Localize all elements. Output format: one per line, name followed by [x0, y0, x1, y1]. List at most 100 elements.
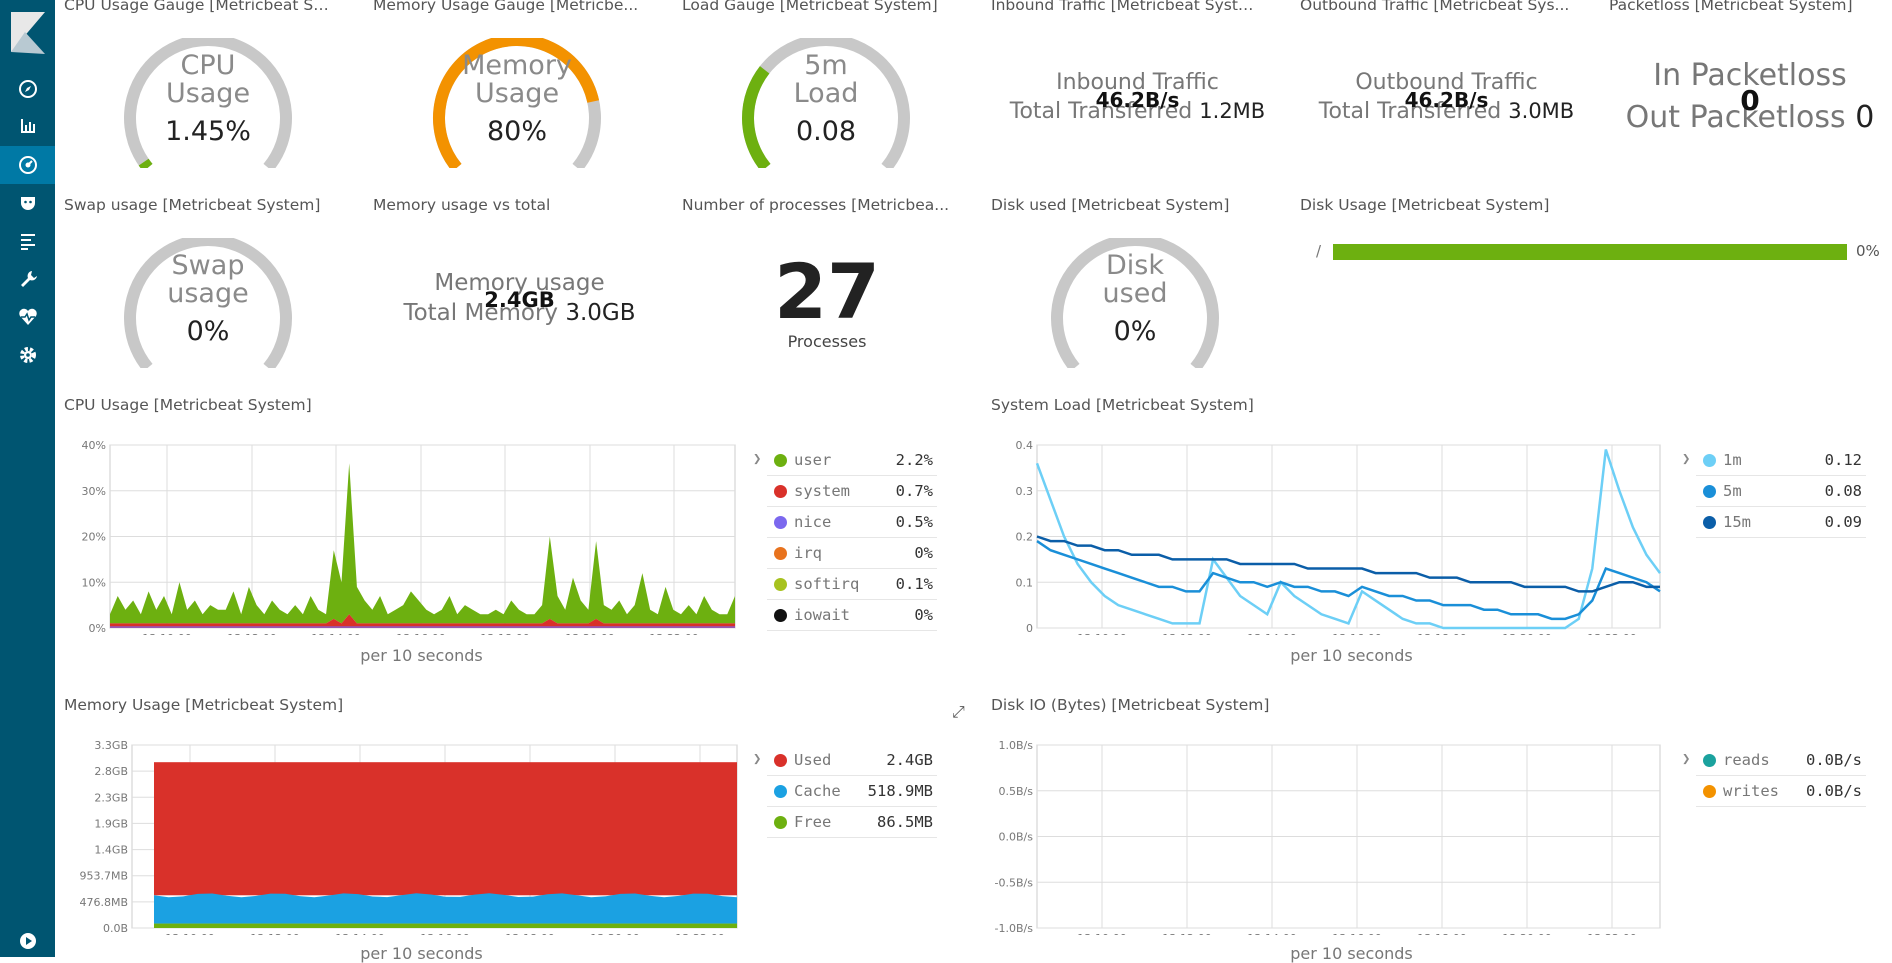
- legend-color-dot: [1703, 485, 1716, 498]
- system-load-chart: 0 0.1 0.2 0.3 0.4 13:10:00 13:12:00 13:14:00 13:…: [1016, 439, 1662, 635]
- legend-item[interactable]: Free 86.5MB: [767, 807, 937, 838]
- gauge-fill: [138, 158, 153, 172]
- panel-title: Inbound Traffic [Metricbeat Syste...: [991, 0, 1261, 14]
- metric-label: Processes: [787, 332, 867, 351]
- legend-item[interactable]: ❯ 1m 0.12: [1682, 445, 1866, 476]
- cpu-legend: ❯ user 2.2% system 0.7% nice 0.5% irq 0% softirq 0…: [753, 445, 937, 631]
- gauge-label: Usage: [165, 78, 251, 109]
- kibana-logo[interactable]: [11, 12, 45, 54]
- line-series-15m: [1036, 535, 1660, 593]
- gauge-value: 0%: [1113, 316, 1157, 347]
- disk-usage-bar-fill: [1333, 244, 1847, 260]
- legend-value: 0.5%: [895, 513, 933, 531]
- x-tick-label: 13:12:00: [1162, 632, 1211, 635]
- legend-item[interactable]: ❯ Used 2.4GB: [753, 745, 937, 776]
- y-tick-label: 0.3: [1016, 485, 1034, 498]
- x-tick-label: 13:16:00: [1332, 932, 1381, 935]
- legend-item[interactable]: nice 0.5%: [767, 507, 937, 538]
- y-tick-label: 0%: [89, 622, 106, 635]
- x-tick-label: 13:10:00: [1077, 632, 1126, 635]
- memory-legend: ❯ Used 2.4GB Cache 518.9MB Free 86.5MB: [753, 745, 937, 838]
- legend-value: 0.1%: [895, 575, 933, 593]
- legend-item[interactable]: iowait 0%: [767, 600, 937, 631]
- panel-title: Disk Usage [Metricbeat System]: [1300, 196, 1550, 214]
- wrench-icon[interactable]: [0, 260, 55, 298]
- x-tick-label: 13:16:00: [396, 632, 445, 635]
- legend-label: 15m: [1723, 513, 1751, 531]
- legend-item[interactable]: ❯ user 2.2%: [753, 445, 937, 476]
- visualize-bar-chart-icon[interactable]: [0, 107, 55, 145]
- gauge-label: CPU: [180, 50, 236, 81]
- legend-label: nice: [794, 513, 832, 531]
- legend-color-dot: [774, 754, 787, 767]
- legend-item[interactable]: Cache 518.9MB: [767, 776, 937, 807]
- y-tick-label: 40%: [82, 439, 106, 452]
- panel-title: Number of processes [Metricbea...: [682, 196, 950, 214]
- x-tick-label: 13:22:00: [1587, 632, 1636, 635]
- legend-value: 0.0B/s: [1806, 782, 1862, 800]
- timelion-icon[interactable]: [0, 184, 55, 222]
- x-axis-title: per 10 seconds: [1290, 646, 1413, 665]
- y-tick-label: -1.0B/s: [995, 922, 1034, 935]
- y-tick-label: 0.1: [1016, 576, 1034, 589]
- x-tick-label: 13:20:00: [590, 932, 639, 935]
- x-tick-label: 13:18:00: [1417, 932, 1466, 935]
- legend-value: 0.12: [1824, 451, 1862, 469]
- collapse-play-icon[interactable]: [0, 922, 55, 960]
- legend-toggle-chevron-icon[interactable]: ❯: [1682, 451, 1690, 467]
- panel-title: Packetloss [Metricbeat System]: [1609, 0, 1853, 14]
- legend-value: 2.4GB: [886, 751, 933, 769]
- disk-io-chart: -1.0B/s -0.5B/s 0.0B/s 0.5B/s 1.0B/s 13:10:00…: [995, 739, 1661, 935]
- metric-value: 0: [1740, 84, 1760, 117]
- legend-label: 5m: [1723, 482, 1742, 500]
- x-tick-label: 13:18:00: [480, 632, 529, 635]
- processes-metric: 27 Processes: [727, 252, 927, 352]
- discover-compass-icon[interactable]: [0, 70, 55, 108]
- area-user: [110, 463, 735, 624]
- cpu-usage-gauge: CPU Usage 1.45%: [108, 34, 308, 198]
- legend-color-dot: [774, 547, 787, 560]
- legend-toggle-chevron-icon[interactable]: ❯: [1682, 751, 1690, 767]
- gauge-label: Usage: [474, 78, 560, 109]
- legend-item[interactable]: 15m 0.09: [1696, 507, 1866, 538]
- legend-label: Free: [794, 813, 832, 831]
- y-tick-label: 953.7MB: [79, 870, 128, 883]
- gear-icon[interactable]: [0, 336, 55, 374]
- legend-item[interactable]: 5m 0.08: [1696, 476, 1866, 507]
- x-axis-title: per 10 seconds: [360, 944, 483, 963]
- dashboard-icon[interactable]: [0, 146, 55, 184]
- legend-label: user: [794, 451, 832, 469]
- x-tick-label: 13:14:00: [1247, 932, 1296, 935]
- panel-title: Outbound Traffic [Metricbeat Sys...: [1300, 0, 1570, 14]
- gauge-value: 80%: [486, 116, 547, 147]
- legend-value: 0.09: [1824, 513, 1862, 531]
- disk-used-gauge: Disk used 0%: [1035, 234, 1235, 398]
- panel-title: CPU Usage [Metricbeat System]: [64, 396, 312, 414]
- y-tick-label: 30%: [82, 485, 106, 498]
- y-tick-label: 10%: [82, 576, 106, 589]
- legend-label: Cache: [794, 782, 841, 800]
- expand-panel-icon[interactable]: ⤢: [952, 702, 965, 722]
- x-tick-label: 13:12:00: [227, 632, 276, 635]
- legend-item[interactable]: ❯ reads 0.0B/s: [1682, 745, 1866, 776]
- gauge-label: 5m: [804, 50, 848, 81]
- packetloss-metric: In Packetloss 0 Out Packetloss 0: [1610, 58, 1890, 136]
- legend-toggle-chevron-icon[interactable]: ❯: [753, 751, 761, 767]
- legend-toggle-chevron-icon[interactable]: ❯: [753, 451, 761, 467]
- area-nice: [110, 626, 735, 628]
- system-load-legend: ❯ 1m 0.12 5m 0.08 15m 0.09: [1682, 445, 1866, 538]
- memory-usage-gauge: Memory Usage 80%: [417, 34, 617, 198]
- legend-label: writes: [1723, 782, 1779, 800]
- legend-item[interactable]: irq 0%: [767, 538, 937, 569]
- legend-item[interactable]: writes 0.0B/s: [1696, 776, 1866, 807]
- area-used: [154, 762, 737, 896]
- legend-item[interactable]: softirq 0.1%: [767, 569, 937, 600]
- legend-item[interactable]: system 0.7%: [767, 476, 937, 507]
- disk-io-legend: ❯ reads 0.0B/s writes 0.0B/s: [1682, 745, 1866, 807]
- y-tick-label: 1.9GB: [94, 817, 128, 830]
- gauge-value: 0%: [186, 316, 230, 347]
- legend-label: Used: [794, 751, 832, 769]
- heartbeat-icon[interactable]: [0, 298, 55, 336]
- dev-tools-icon[interactable]: [0, 222, 55, 260]
- x-tick-label: 13:16:00: [420, 932, 469, 935]
